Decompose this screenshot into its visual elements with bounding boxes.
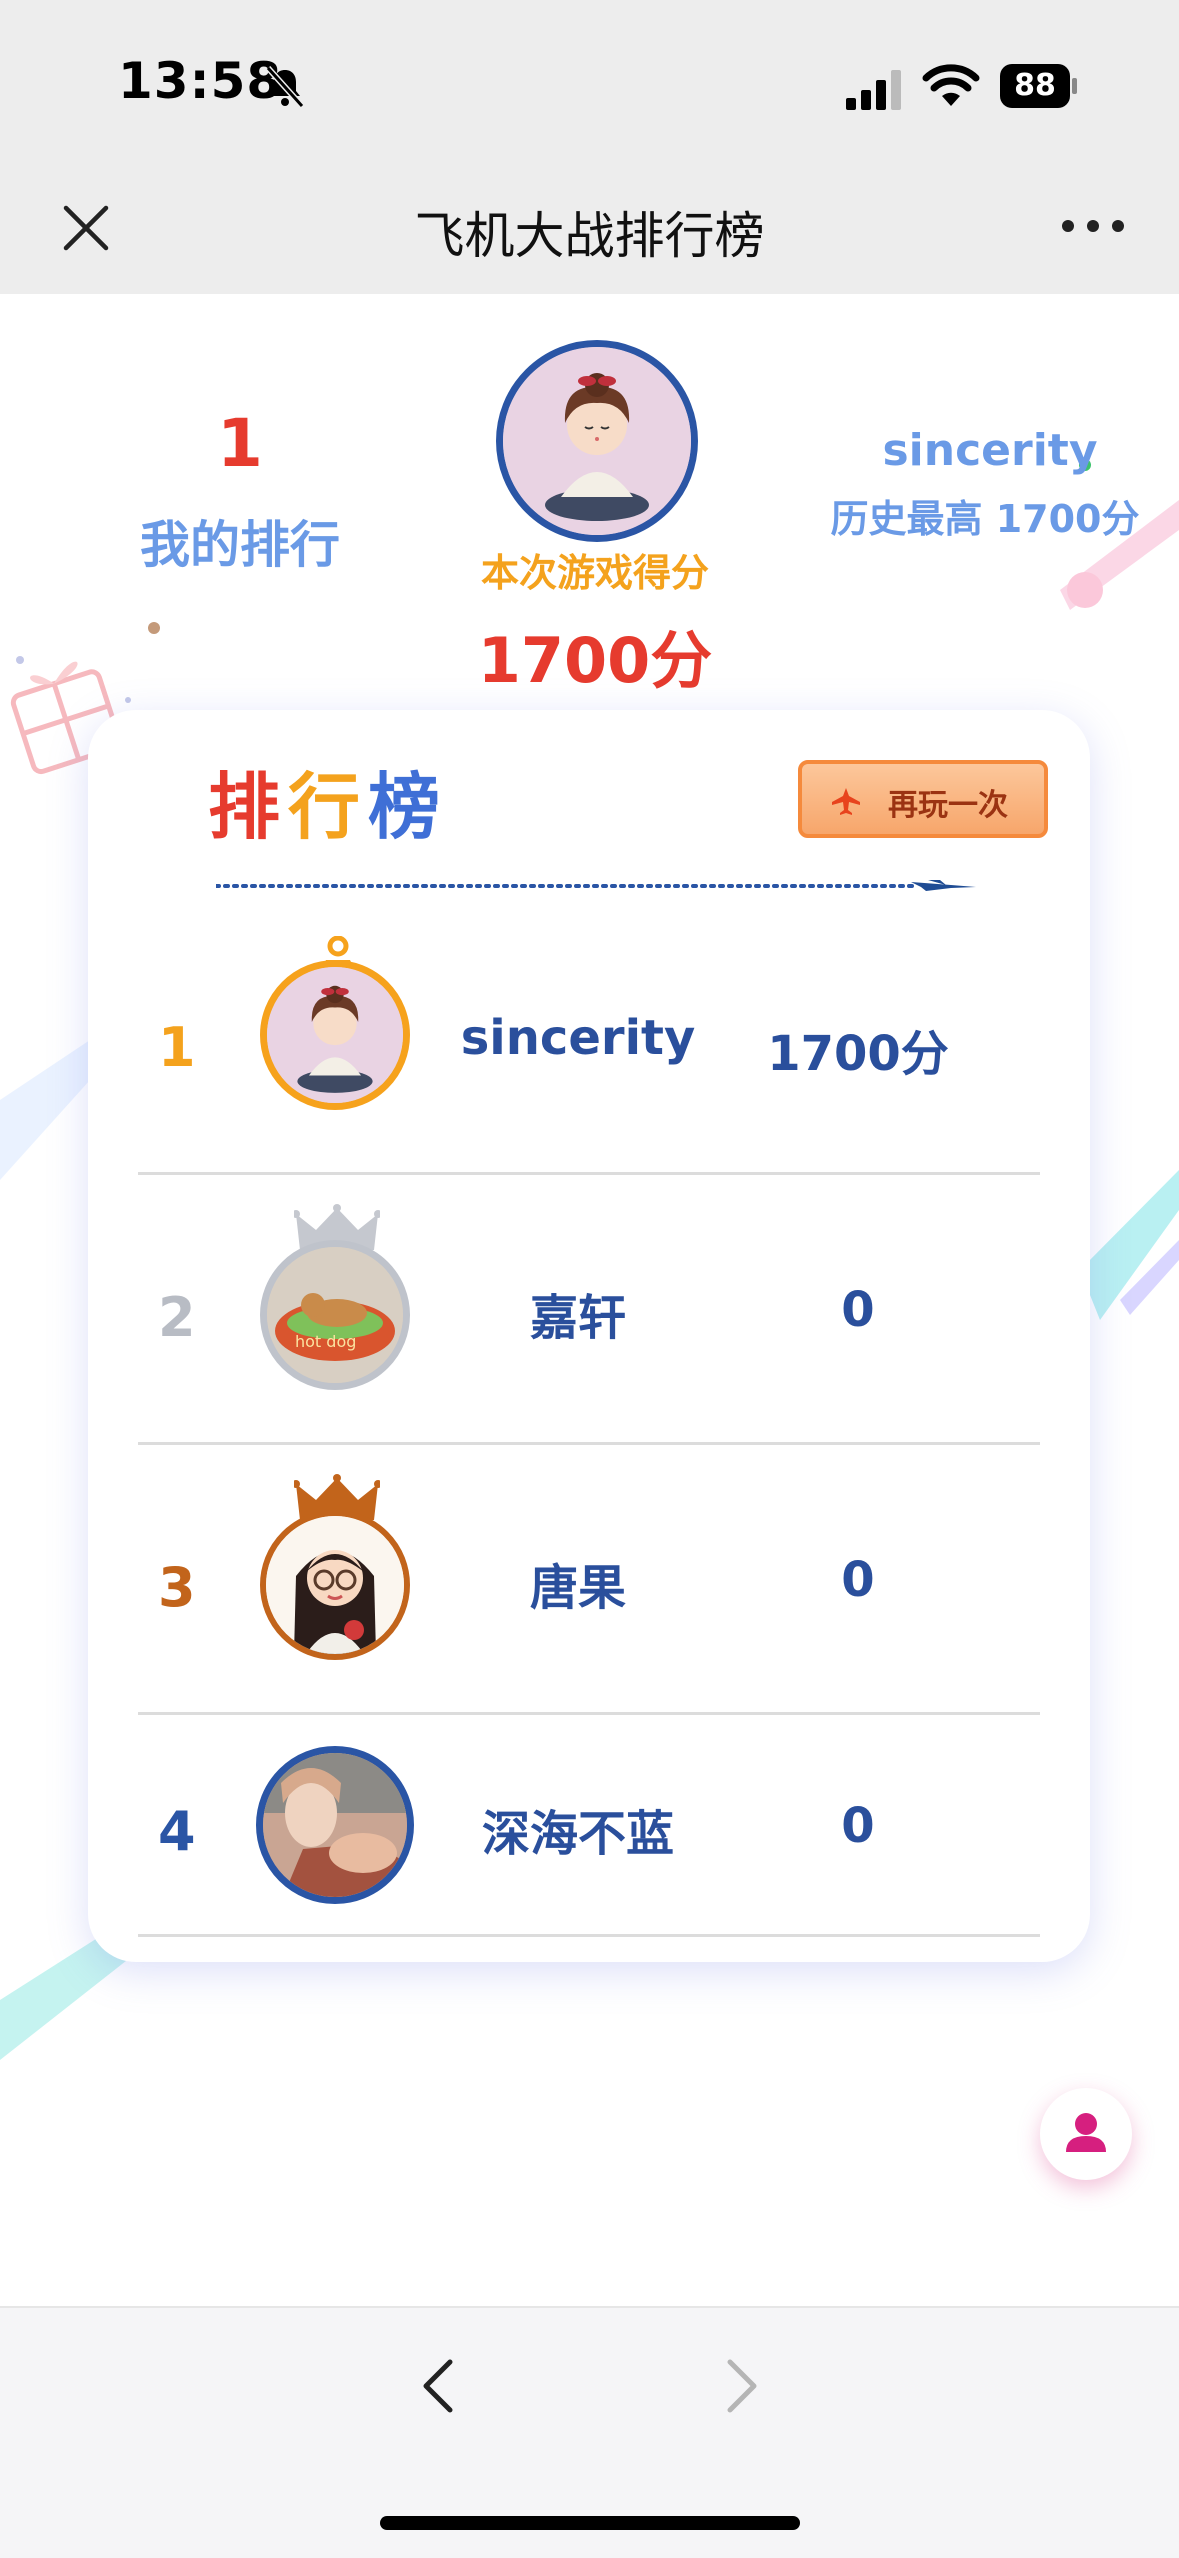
browser-bottom-bar: [0, 2306, 1179, 2558]
meditating-girl-avatar: [503, 347, 691, 535]
rank-number: 1: [158, 1016, 196, 1079]
left-streak-decoration: [0, 1040, 90, 1180]
player-name: 唐果: [529, 1560, 626, 1616]
dog-bed-avatar: hot dog: [267, 1247, 403, 1383]
svg-text:hot dog: hot dog: [295, 1332, 356, 1351]
replay-label: 再玩一次: [888, 788, 1008, 823]
title-char-2: 行: [288, 765, 369, 849]
best-score-line: 历史最高 1700分: [830, 497, 1140, 541]
chevron-right-icon[interactable]: [722, 2356, 762, 2416]
meditating-girl-avatar: [267, 967, 403, 1103]
table-row[interactable]: 3 唐果 0: [138, 1448, 1040, 1718]
title-char-1: 排: [208, 765, 289, 849]
player-score: 0: [841, 1282, 875, 1338]
table-row[interactable]: 1 sincerity 1700分: [138, 910, 1040, 1180]
my-rank-number: 1: [217, 405, 263, 482]
cartoon-girl-avatar: [266, 1516, 404, 1654]
player-score: 0: [841, 1798, 875, 1854]
player-score: 0: [841, 1552, 875, 1608]
status-time: 13:58: [118, 52, 283, 110]
avatar: [260, 960, 410, 1110]
nav-bar: 飞机大战排行榜: [0, 170, 1179, 294]
avatar: hot dog: [260, 1240, 410, 1390]
wifi-icon: [922, 64, 980, 106]
best-player-name: sincerity: [882, 425, 1098, 476]
more-icon[interactable]: [1060, 216, 1126, 236]
page-title: 飞机大战排行榜: [414, 207, 765, 265]
score-value: 1700分: [477, 624, 713, 697]
leaderboard-title: 排行榜: [208, 748, 448, 853]
table-row[interactable]: 4 深海不蓝 0: [138, 1718, 1040, 1988]
table-row[interactable]: 2 hot dog 嘉轩 0: [138, 1178, 1040, 1448]
row-divider: [138, 1934, 1040, 1937]
row-divider: [138, 1442, 1040, 1445]
rank-number: 3: [158, 1556, 196, 1619]
player-score: 1700分: [767, 1026, 949, 1082]
chevron-left-icon[interactable]: [418, 2356, 458, 2416]
score-label: 本次游戏得分: [480, 551, 709, 595]
row-divider: [138, 1172, 1040, 1175]
avatar: [260, 1510, 410, 1660]
title-char-3: 榜: [368, 765, 449, 849]
player-name: 深海不蓝: [481, 1806, 674, 1862]
battery-level: 88: [1014, 68, 1056, 103]
photo-avatar: [263, 1753, 407, 1897]
home-indicator: [380, 2516, 800, 2530]
player-name: sincerity: [460, 1010, 696, 1066]
right-streak-decoration: [1080, 1170, 1179, 1320]
row-divider: [138, 1712, 1040, 1715]
bell-slash-icon: [265, 65, 305, 109]
replay-button[interactable]: 再玩一次: [798, 760, 1048, 838]
rank-number: 2: [158, 1286, 196, 1349]
dotted-divider: [216, 880, 976, 891]
avatar: [256, 1746, 414, 1904]
rank-number: 4: [158, 1800, 196, 1863]
user-icon: [1066, 2113, 1106, 2152]
status-bar: 13:58 88: [0, 0, 1179, 170]
player-name: 嘉轩: [529, 1290, 626, 1346]
user-float-button[interactable]: [1040, 2088, 1132, 2180]
my-rank-label: 我的排行: [140, 516, 340, 574]
plane-icon: [832, 788, 860, 815]
avatar: [496, 340, 698, 542]
cellular-signal-icon: [846, 70, 901, 110]
